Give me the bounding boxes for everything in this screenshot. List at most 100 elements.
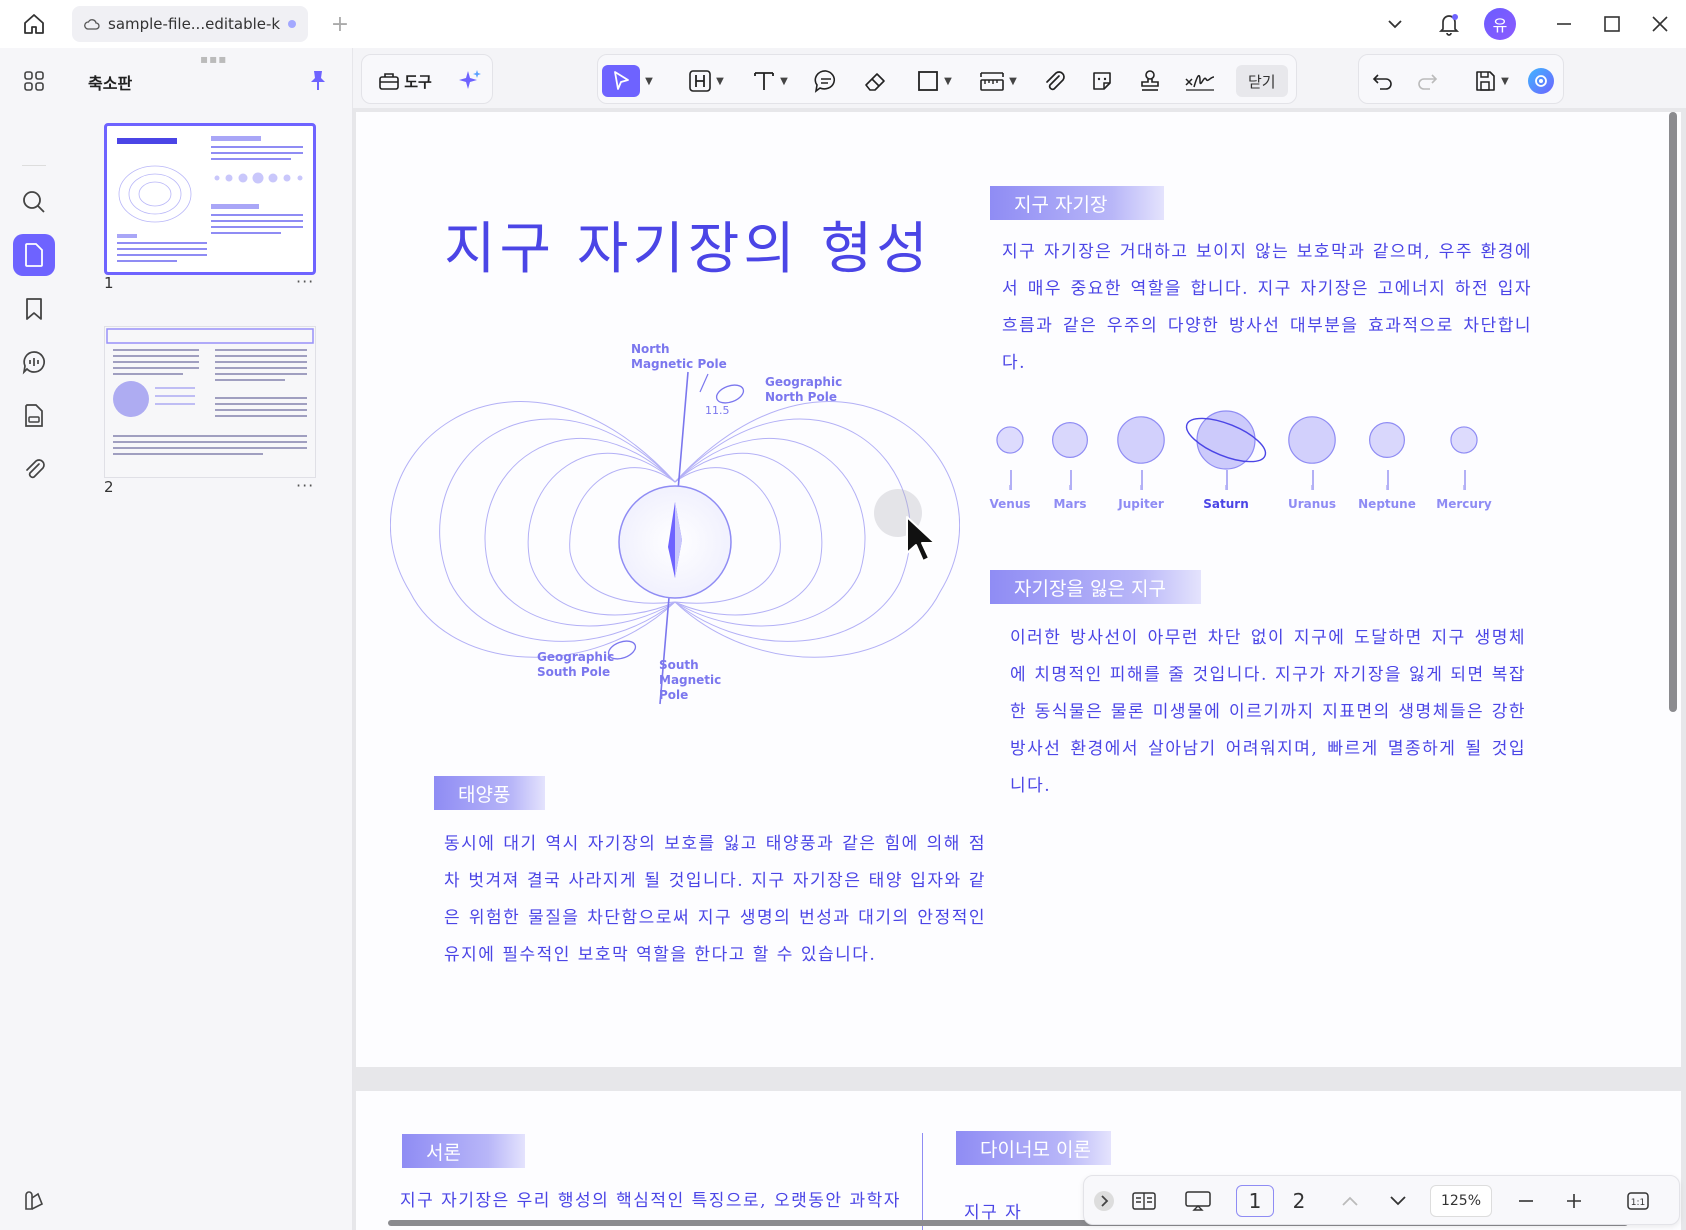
section-body-earth-field: 지구 자기장은 거대하고 보이지 않는 보호막과 같으며, 우주 환경에서 매우… — [1002, 242, 1532, 373]
presentation-icon — [1185, 1191, 1211, 1211]
close-window-button[interactable] — [1644, 8, 1676, 40]
chevron-down-icon: ▼ — [1009, 75, 1017, 87]
geographic-north-pole-label: Geographic North Pole — [765, 375, 843, 404]
south-magnetic-pole-label: South Magnetic Pole — [659, 658, 722, 702]
measure-tool[interactable]: ▼ — [972, 65, 1024, 97]
page-thumbnail-1[interactable] — [104, 123, 316, 275]
avatar: 유 — [1484, 8, 1516, 40]
comment-tool[interactable] — [810, 65, 842, 97]
planet-mars — [1051, 421, 1088, 458]
thumbnails-icon[interactable] — [13, 234, 55, 276]
ruler-icon — [980, 72, 1004, 91]
shape-tool[interactable]: ▼ — [908, 65, 960, 97]
thumbnail-page-number: 1 — [104, 274, 114, 292]
annotation-tools-group: ▼ ▼ ▼ ▼ ▼ 닫기 — [597, 54, 1297, 104]
planet-label: Neptune — [1358, 497, 1416, 511]
zoom-out-button[interactable] — [1510, 1185, 1542, 1217]
section-heading-dynamo: 다이너모 이론 — [956, 1131, 1111, 1165]
previous-page-button[interactable] — [1336, 1185, 1364, 1217]
ai-assistant-button[interactable] — [1525, 65, 1557, 97]
redo-button[interactable] — [1411, 65, 1443, 97]
section-body-intro: 지구 자기장은 우리 행성의 핵심적인 특징으로, 오랫동안 과학자 — [400, 1191, 901, 1211]
page-thumbnail-2[interactable] — [104, 326, 316, 478]
stamp-tool[interactable] — [1134, 65, 1166, 97]
section-body-solar-wind: 동시에 대기 역시 자기장의 보호를 잃고 태양풍과 같은 힘에 의해 점차 벗… — [444, 834, 986, 965]
user-avatar[interactable]: 유 — [1483, 8, 1517, 40]
select-options-chevron[interactable]: ▼ — [642, 65, 656, 97]
actual-size-button[interactable]: 1:1 — [1622, 1185, 1654, 1217]
unsaved-dot — [288, 20, 296, 28]
sticker-tool[interactable] — [1086, 65, 1118, 97]
select-tool[interactable] — [602, 65, 640, 97]
planet-jupiter — [1117, 416, 1165, 464]
search-icon[interactable] — [13, 181, 55, 223]
sparkle-icon — [459, 70, 481, 89]
page-2-button[interactable]: 2 — [1280, 1185, 1318, 1217]
eraser-tool[interactable] — [860, 65, 892, 97]
resize-grip[interactable]: ▪▪▪ — [200, 52, 227, 66]
rectangle-icon — [918, 71, 939, 91]
section-heading-earth-field: 지구 자기장 — [990, 186, 1164, 220]
notification-bell-icon[interactable] — [1432, 8, 1466, 40]
vertical-scrollbar[interactable] — [1669, 112, 1677, 712]
attach-tool[interactable] — [1038, 65, 1070, 97]
signature-tool[interactable] — [1182, 65, 1218, 97]
chevron-down-icon: ▼ — [1501, 75, 1509, 87]
page-title: 지구 자기장의 형성 — [444, 217, 932, 282]
form-icon[interactable] — [13, 395, 55, 437]
two-page-icon — [1132, 1192, 1156, 1210]
north-magnetic-pole-label: North Magnetic Pole — [631, 342, 727, 371]
thumbnail-more-button[interactable]: ··· — [296, 476, 314, 495]
chevron-down-icon[interactable] — [1380, 8, 1410, 40]
thumbnail-more-button[interactable]: ··· — [296, 272, 314, 291]
comment-icon[interactable] — [13, 341, 55, 383]
theme-icon[interactable] — [13, 1180, 55, 1222]
close-tools-button[interactable]: 닫기 — [1236, 65, 1288, 97]
text-tool[interactable]: ▼ — [744, 65, 796, 97]
highlight-tool[interactable]: ▼ — [680, 65, 732, 97]
svg-text:1:1: 1:1 — [1631, 1198, 1645, 1208]
column-divider — [922, 1133, 923, 1230]
pin-icon[interactable] — [304, 66, 332, 94]
home-icon[interactable] — [18, 10, 50, 38]
minimize-button[interactable] — [1548, 8, 1580, 40]
new-tab-button[interactable]: + — [326, 10, 354, 38]
planet-tick-line — [1070, 470, 1072, 490]
next-page-button[interactable] — [1384, 1185, 1412, 1217]
ai-assistant-icon — [1528, 68, 1554, 94]
planet-tick-line — [1226, 470, 1228, 490]
tilt-angle-label: 11.5 — [705, 404, 730, 417]
eraser-icon — [865, 73, 885, 91]
magnetic-field-diagram: North Magnetic Pole Geographic North Pol… — [390, 342, 960, 722]
planet-label: Mercury — [1436, 497, 1492, 511]
document-tab[interactable]: sample-file...editable-kr — [72, 6, 308, 42]
zoom-in-button[interactable] — [1558, 1185, 1590, 1217]
history-group: ▼ — [1358, 54, 1564, 104]
tools-label: 도구 — [404, 72, 432, 91]
presentation-button[interactable] — [1180, 1185, 1216, 1217]
cursor-arrow-icon — [614, 71, 629, 90]
undo-button[interactable] — [1367, 65, 1399, 97]
save-button[interactable]: ▼ — [1463, 65, 1519, 97]
planet-chart: Venus Mars Jupiter Saturn Uranus Neptune Mercu… — [986, 390, 1506, 530]
tools-button[interactable]: 도구 — [370, 65, 440, 97]
redo-icon — [1418, 74, 1438, 90]
collapse-nav-button[interactable] — [1092, 1185, 1116, 1217]
planet-label: Jupiter — [1118, 497, 1164, 511]
cloud-icon — [84, 19, 100, 30]
bookmark-icon[interactable] — [13, 288, 55, 330]
apps-grid-icon[interactable] — [13, 60, 55, 102]
page-1-button[interactable]: 1 — [1236, 1185, 1274, 1217]
comment-bubble-icon — [814, 70, 836, 93]
section-heading-lost-field: 자기장을 잃은 지구 — [990, 570, 1201, 604]
thumbnail-preview — [117, 136, 303, 262]
attachment-icon[interactable] — [13, 448, 55, 490]
document-viewport[interactable]: 지구 자기장의 형성 지구 자기장 지구 자기장은 거대하고 보이지 않는 보호… — [353, 108, 1686, 1230]
title-bar: sample-file...editable-kr + 유 — [0, 0, 1686, 48]
maximize-button[interactable] — [1596, 8, 1628, 40]
ai-sparkle-button[interactable] — [454, 65, 486, 97]
page-layout-button[interactable] — [1126, 1185, 1162, 1217]
zoom-level[interactable]: 125% — [1430, 1185, 1492, 1217]
undo-icon — [1372, 74, 1392, 90]
planet-mercury — [1450, 426, 1478, 454]
